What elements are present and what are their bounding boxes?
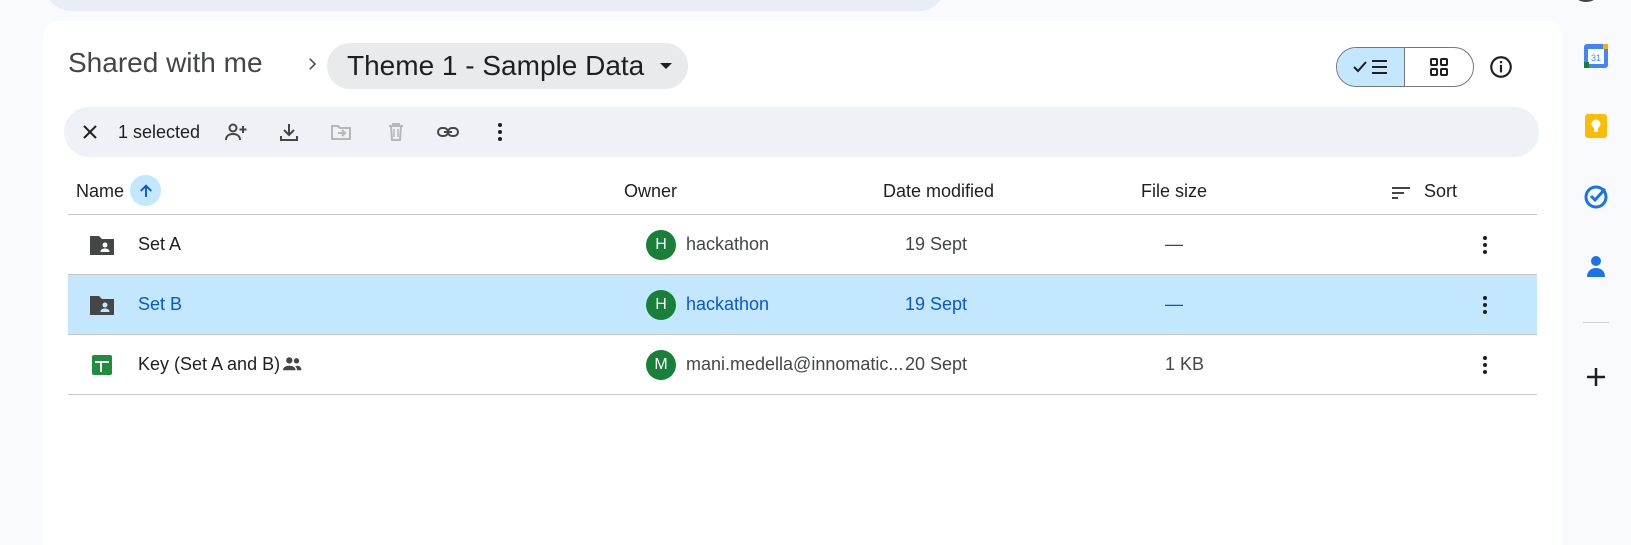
view-toggle (1336, 47, 1474, 87)
selection-toolbar: 1 selected (64, 107, 1539, 157)
keep-icon[interactable] (1583, 113, 1609, 139)
file-name: Set B (138, 294, 183, 314)
link-icon[interactable] (436, 120, 460, 144)
svg-text:31: 31 (1591, 53, 1601, 63)
spreadsheet-icon (92, 355, 112, 375)
avatar: H (646, 230, 676, 260)
side-panel-divider (1583, 322, 1609, 323)
file-name: Set A (138, 234, 182, 254)
column-name[interactable]: Name (76, 181, 124, 202)
date-modified: 20 Sept (905, 354, 968, 374)
add-icon[interactable] (1583, 364, 1609, 390)
download-icon[interactable] (277, 120, 301, 144)
date-modified: 19 Sept (905, 294, 968, 314)
selection-count: 1 selected (118, 122, 201, 142)
caret-down-icon (660, 63, 673, 69)
table-row[interactable]: Set A H hackathon 19 Sept — (68, 215, 1537, 275)
breadcrumb-current-label: Theme 1 - Sample Data (347, 50, 645, 81)
shared-folder-icon (90, 296, 114, 315)
grid-icon (1430, 58, 1448, 76)
column-owner[interactable]: Owner (624, 181, 677, 202)
chevron-right-icon (309, 58, 317, 70)
main-content: Shared with me Theme 1 - Sample Data 1 s… (43, 21, 1562, 545)
date-modified: 19 Sept (905, 234, 968, 254)
tasks-icon[interactable] (1583, 183, 1609, 209)
list-view-button[interactable] (1337, 48, 1405, 86)
avatar: M (646, 350, 676, 380)
info-icon[interactable] (1488, 54, 1514, 80)
file-size: — (1165, 294, 1183, 314)
breadcrumb-current-folder[interactable]: Theme 1 - Sample Data (327, 43, 689, 89)
owner-name: hackathon (686, 294, 770, 314)
more-vert-icon[interactable] (1473, 293, 1497, 317)
table-header: Name Owner Date modified File size Sort (68, 169, 1537, 215)
owner-name: hackathon (686, 234, 770, 254)
column-file-size[interactable]: File size (1141, 181, 1207, 202)
sort-ascending-button[interactable] (130, 175, 161, 206)
check-list-icon (1352, 60, 1387, 74)
close-icon[interactable] (78, 120, 102, 144)
more-vert-icon[interactable] (1473, 353, 1497, 377)
contacts-icon[interactable] (1583, 253, 1609, 279)
more-vert-icon[interactable] (488, 120, 512, 144)
file-table: Name Owner Date modified File size Sort (68, 169, 1537, 395)
breadcrumb-root[interactable]: Shared with me (68, 47, 263, 79)
move-icon[interactable] (329, 120, 353, 144)
shared-folder-icon (90, 236, 114, 255)
more-vert-icon[interactable] (1473, 233, 1497, 257)
trash-icon[interactable] (384, 120, 408, 144)
shared-people-icon (283, 357, 302, 371)
calendar-icon[interactable]: 31 (1583, 43, 1609, 69)
search-bar-edge (46, 0, 944, 11)
file-size: 1 KB (1165, 354, 1205, 374)
sort-button[interactable]: Sort (1424, 181, 1457, 202)
account-avatar-edge[interactable] (1572, 0, 1600, 2)
table-row[interactable]: Key (Set A and B) M mani.medella@innomat… (68, 335, 1537, 395)
column-date-modified[interactable]: Date modified (883, 181, 994, 202)
sort-icon[interactable] (1390, 183, 1412, 203)
avatar: H (646, 290, 676, 320)
share-icon[interactable] (224, 120, 248, 144)
arrow-up-icon (139, 183, 152, 197)
owner-name: mani.medella@innomatic... (686, 354, 904, 374)
file-name: Key (Set A and B) (138, 354, 281, 374)
file-size: — (1165, 234, 1183, 254)
table-row-selected[interactable]: Set B H hackathon 19 Sept — (68, 275, 1537, 335)
grid-view-button[interactable] (1405, 48, 1473, 86)
